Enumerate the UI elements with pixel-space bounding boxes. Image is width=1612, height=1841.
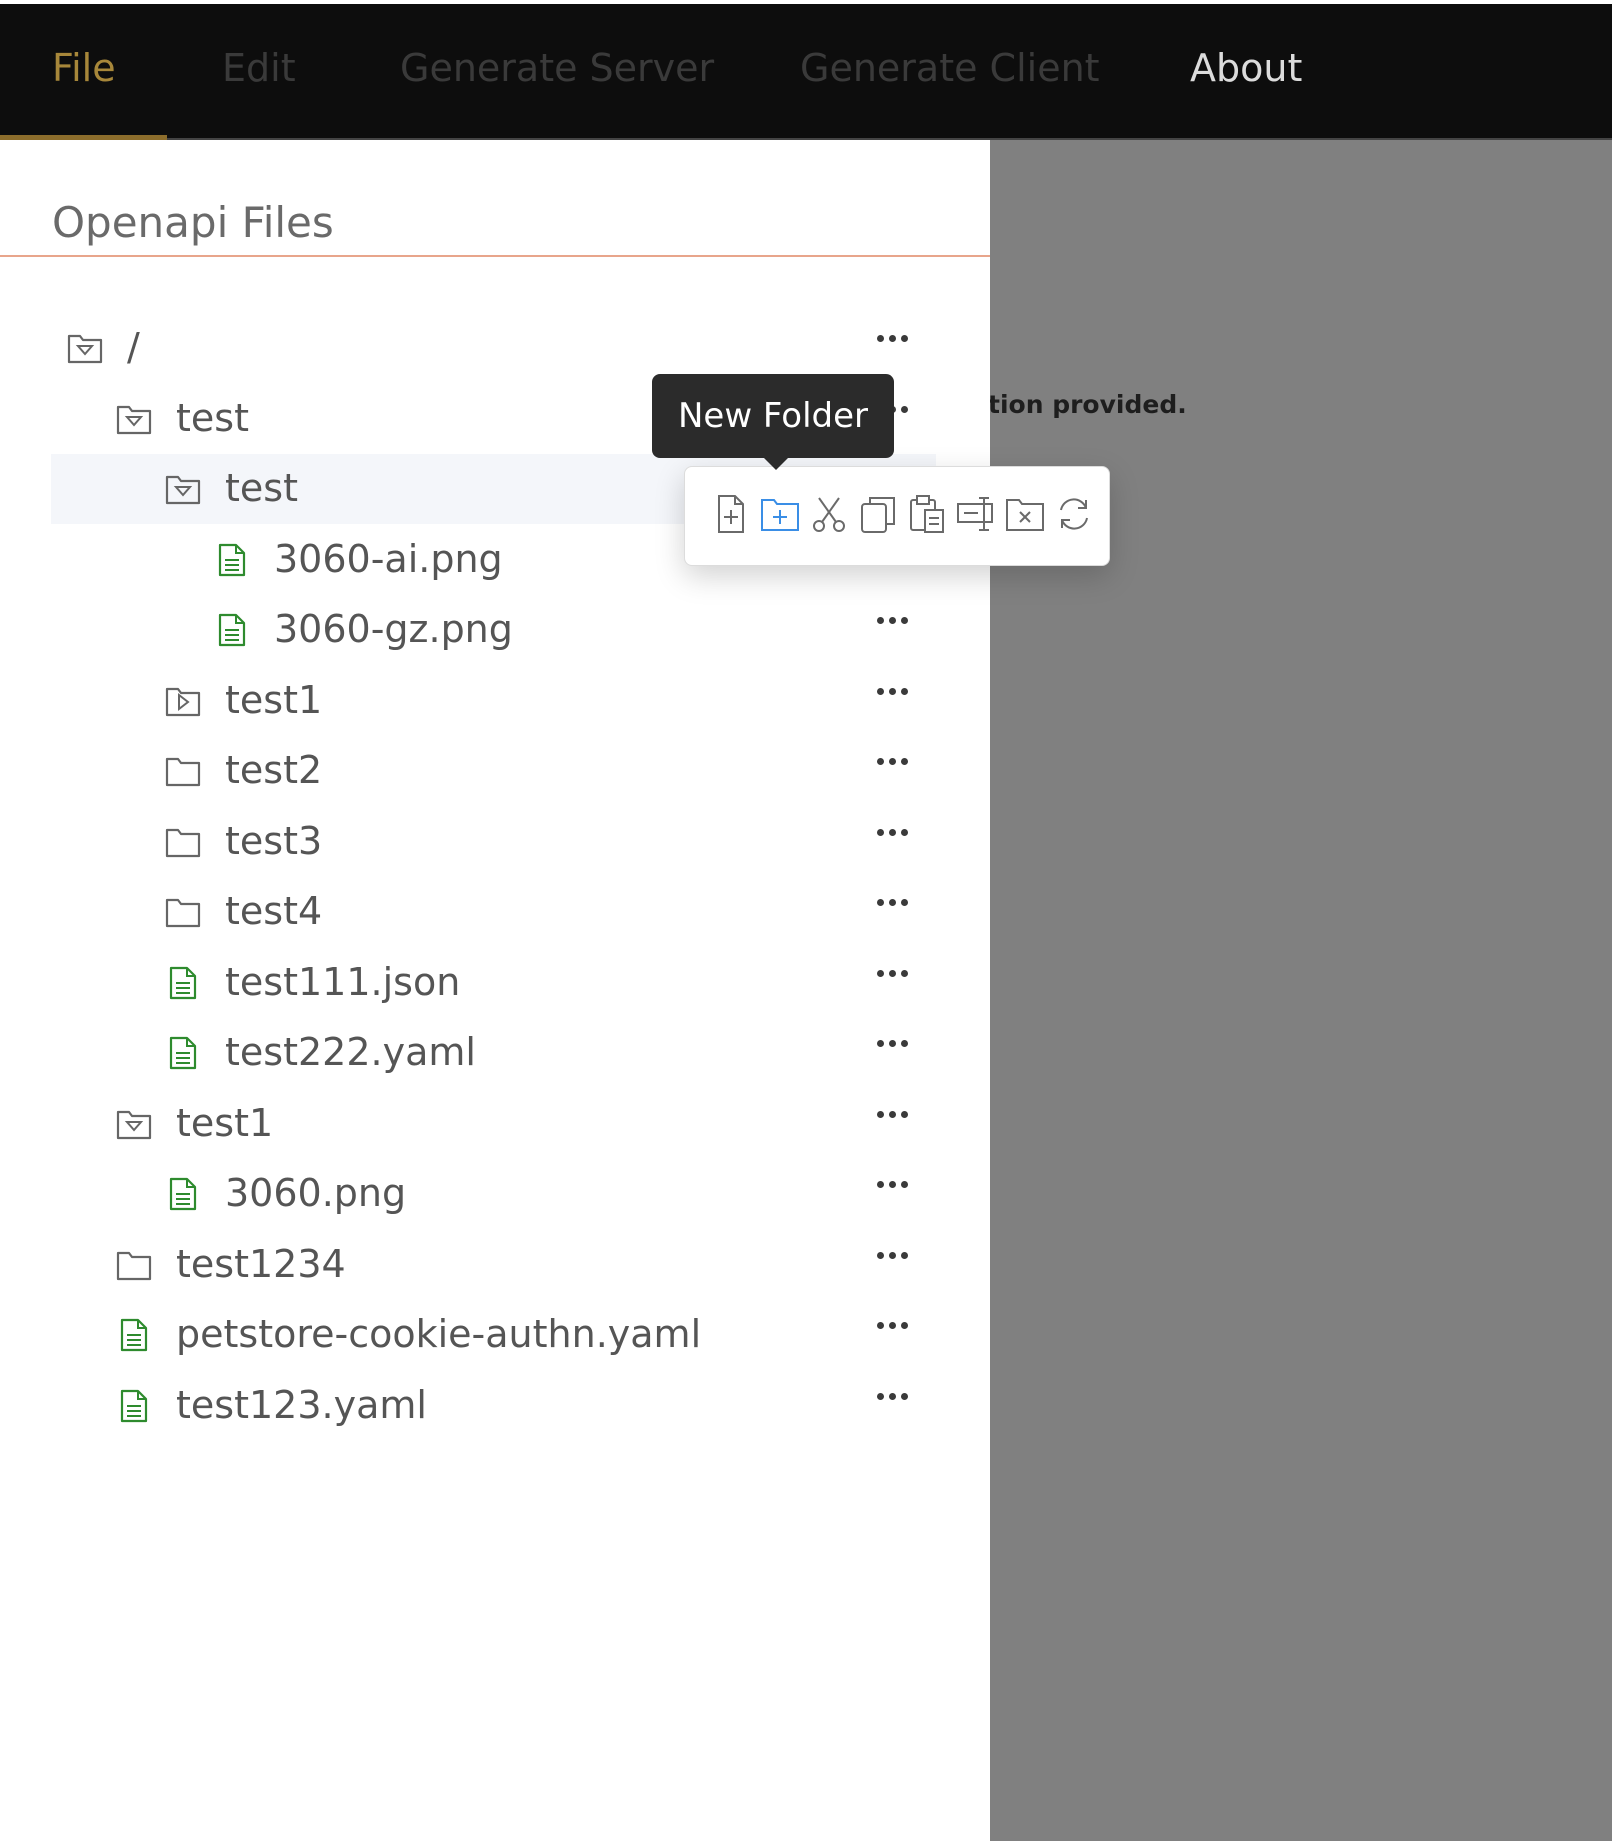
tree-folder-row[interactable]: test1 bbox=[51, 1089, 936, 1159]
tree-folder-row[interactable]: test4 bbox=[51, 877, 936, 947]
tree-node-label: / bbox=[127, 325, 140, 369]
folder-icon bbox=[116, 1248, 152, 1282]
tree-node-label: test111.json bbox=[225, 959, 461, 1004]
tree-node-label: 3060-ai.png bbox=[274, 536, 503, 581]
drawer-title: Openapi Files bbox=[52, 198, 334, 247]
tree-file-row[interactable]: test222.yaml bbox=[51, 1018, 936, 1088]
more-actions-icon[interactable] bbox=[877, 821, 917, 845]
tree-node-label: test1 bbox=[176, 1100, 274, 1145]
refresh-icon[interactable] bbox=[1052, 492, 1096, 536]
tree-node-label: test bbox=[225, 466, 298, 510]
more-actions-icon[interactable] bbox=[877, 1244, 917, 1268]
new-file-icon[interactable] bbox=[709, 492, 753, 536]
tree-node-label: test123.yaml bbox=[176, 1382, 427, 1427]
tree-node-label: test bbox=[176, 395, 249, 440]
menu-about[interactable]: About bbox=[1190, 4, 1302, 138]
tree-folder-row[interactable]: test1 bbox=[51, 666, 936, 736]
tree-node-label: test3 bbox=[225, 818, 323, 863]
more-actions-icon[interactable] bbox=[877, 327, 917, 351]
more-actions-icon[interactable] bbox=[877, 1032, 917, 1056]
background-description-text: tion provided. bbox=[988, 390, 1187, 419]
menu-edit[interactable]: Edit bbox=[222, 4, 296, 138]
folder-open-icon bbox=[116, 1107, 152, 1141]
copy-icon[interactable] bbox=[856, 492, 900, 536]
file-icon bbox=[165, 1177, 201, 1211]
more-actions-icon[interactable] bbox=[877, 962, 917, 986]
more-actions-icon[interactable] bbox=[877, 1314, 917, 1338]
more-actions-icon[interactable] bbox=[877, 1173, 917, 1197]
menu-generate-server[interactable]: Generate Server bbox=[400, 4, 714, 138]
folder-open-icon bbox=[67, 331, 103, 365]
more-actions-icon[interactable] bbox=[877, 609, 917, 633]
file-icon bbox=[214, 613, 250, 647]
tree-node-label: 3060.png bbox=[225, 1171, 407, 1215]
tree-node-label: test2 bbox=[225, 748, 323, 792]
tree-node-label: test1 bbox=[225, 677, 323, 722]
folder-open-icon bbox=[165, 472, 201, 506]
folder-icon bbox=[165, 895, 201, 929]
more-actions-icon[interactable] bbox=[877, 750, 917, 774]
new-folder-icon[interactable] bbox=[758, 492, 802, 536]
more-actions-icon[interactable] bbox=[877, 680, 917, 704]
file-icon bbox=[116, 1318, 152, 1352]
delete-icon[interactable] bbox=[1003, 492, 1047, 536]
tree-file-row[interactable]: test111.json bbox=[51, 948, 936, 1018]
tree-file-row[interactable]: 3060-gz.png bbox=[51, 595, 936, 665]
file-icon bbox=[214, 543, 250, 577]
file-icon bbox=[165, 966, 201, 1000]
more-actions-icon[interactable] bbox=[877, 1103, 917, 1127]
tree-node-label: test222.yaml bbox=[225, 1030, 476, 1074]
tree-folder-row[interactable]: test3 bbox=[51, 807, 936, 877]
folder-open-icon bbox=[116, 402, 152, 436]
cut-icon[interactable] bbox=[807, 492, 851, 536]
tree-file-row[interactable]: test123.yaml bbox=[51, 1371, 936, 1441]
tree-folder-row[interactable]: test1234 bbox=[51, 1230, 936, 1300]
tooltip-arrow bbox=[762, 456, 790, 470]
file-icon bbox=[165, 1036, 201, 1070]
tree-file-row[interactable]: 3060.png bbox=[51, 1159, 936, 1229]
folder-icon bbox=[165, 754, 201, 788]
tree-node-label: test1234 bbox=[176, 1241, 346, 1286]
menu-file[interactable]: File bbox=[52, 4, 116, 138]
paste-icon[interactable] bbox=[905, 492, 949, 536]
tree-node-label: test4 bbox=[225, 889, 323, 933]
folder-collapsed-icon bbox=[165, 684, 201, 718]
menu-generate-client[interactable]: Generate Client bbox=[800, 4, 1100, 138]
tree-file-row[interactable]: petstore-cookie-authn.yaml bbox=[51, 1300, 936, 1370]
tree-node-label: 3060-gz.png bbox=[274, 607, 513, 651]
tree-folder-row[interactable]: / bbox=[51, 313, 936, 383]
new-folder-tooltip: New Folder bbox=[652, 374, 894, 458]
more-actions-icon[interactable] bbox=[877, 1385, 917, 1409]
tree-node-label: petstore-cookie-authn.yaml bbox=[176, 1312, 702, 1356]
file-icon bbox=[116, 1389, 152, 1423]
menu-bar: File Edit Generate Server Generate Clien… bbox=[0, 4, 1612, 140]
rename-icon[interactable] bbox=[954, 492, 998, 536]
more-actions-icon[interactable] bbox=[877, 891, 917, 915]
node-actions-popover bbox=[684, 466, 1110, 566]
tree-folder-row[interactable]: test2 bbox=[51, 736, 936, 806]
folder-icon bbox=[165, 825, 201, 859]
title-divider bbox=[0, 255, 990, 257]
